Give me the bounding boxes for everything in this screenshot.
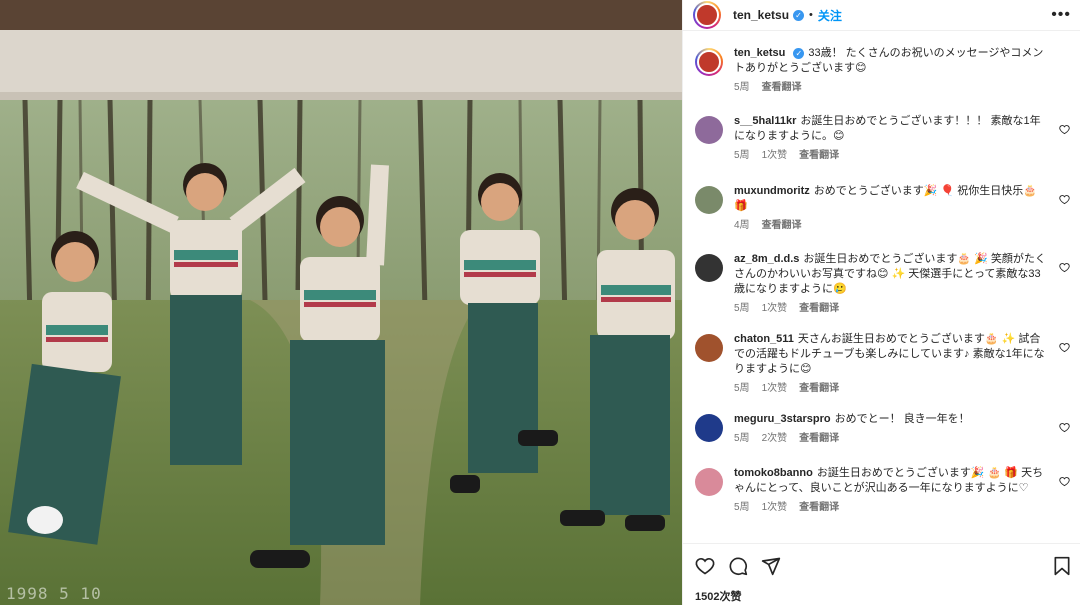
comment-likes[interactable]: 1次赞 [762,303,788,314]
comment-item: chaton_511 天さんお誕生日おめでとうございます🎂 ✨ 試合での活躍もドル… [683,332,1080,395]
comment-time[interactable]: 5周 [734,303,750,314]
comments-panel: ten_ketsu ✓ • 关注 ••• ten_ketsu ✓ 33歳！ たくさん… [682,0,1080,605]
comment-time[interactable]: 5周 [734,383,750,394]
photo-date-stamp: 1998 5 10 [6,584,102,603]
more-options-icon[interactable]: ••• [1051,6,1071,24]
post-actions: 1502次赞 [683,543,1080,606]
share-icon[interactable] [761,556,781,576]
comment-time[interactable]: 4周 [734,220,750,231]
commenter-avatar[interactable] [695,468,723,496]
commenter-avatar[interactable] [695,48,723,76]
comment-item: az_8m_d.d.s お誕生日おめでとうございます🎂 🎉 笑顔がたくさんのかわい… [683,252,1080,315]
commenter-avatar[interactable] [695,334,723,362]
see-translation-link[interactable]: 查看翻译 [762,82,802,93]
comment-like-heart-icon[interactable] [1059,194,1070,205]
comment-likes[interactable]: 1次赞 [762,383,788,394]
commenter-username[interactable]: muxundmoritz [734,185,810,197]
post-photo: 1998 5 10 [0,0,682,605]
comment-item: ten_ketsu ✓ 33歳！ たくさんのお祝いのメッセージやコメントありがとうご… [683,46,1080,94]
bookmark-icon[interactable] [1053,556,1071,576]
comment-meta: 5周 查看翻译 [734,82,1051,94]
commenter-username[interactable]: s__5hal11kr [734,115,796,127]
comment-icon[interactable] [728,556,748,576]
comment-meta: 5周 1次赞 查看翻译 [734,150,1051,162]
comment-like-heart-icon[interactable] [1059,476,1070,487]
comment-time[interactable]: 5周 [734,150,750,161]
comment-item: meguru_3starspro おめでとー！ 良き一年を！ 5周 2次赞 查看翻译 [683,412,1080,445]
post-header: ten_ketsu ✓ • 关注 ••• [683,0,1080,31]
see-translation-link[interactable]: 查看翻译 [799,303,839,314]
heart-icon[interactable] [695,556,715,576]
verified-badge-icon: ✓ [793,9,805,21]
comment-meta: 5周 2次赞 查看翻译 [734,433,1051,445]
comment-item: muxundmoritz おめでとうございます🎉 🎈 祝你生日快乐🎂 🎁 4周 查看翻… [683,184,1080,232]
commenter-avatar[interactable] [695,254,723,282]
see-translation-link[interactable]: 查看翻译 [799,383,839,394]
see-translation-link[interactable]: 查看翻译 [762,220,802,231]
comment-likes[interactable]: 1次赞 [762,502,788,513]
comment-meta: 5周 1次赞 查看翻译 [734,383,1051,395]
commenter-username[interactable]: tomoko8banno [734,467,813,479]
comment-like-heart-icon[interactable] [1059,422,1070,433]
comment-likes[interactable]: 1次赞 [762,150,788,161]
commenter-username[interactable]: meguru_3starspro [734,413,831,425]
commenter-avatar[interactable] [695,186,723,214]
comment-like-heart-icon[interactable] [1059,342,1070,353]
likes-count[interactable]: 1502次赞 [695,588,741,604]
commenter-username[interactable]: az_8m_d.d.s [734,253,799,265]
comment-meta: 4周 查看翻译 [734,220,1051,232]
follow-button[interactable]: 关注 [818,7,842,24]
author-avatar[interactable] [693,1,721,29]
commenter-username[interactable]: ten_ketsu [734,47,785,59]
comment-likes[interactable]: 2次赞 [762,433,788,444]
commenter-avatar[interactable] [695,414,723,442]
comment-time[interactable]: 5周 [734,82,750,93]
comment-like-heart-icon[interactable] [1059,124,1070,135]
comment-meta: 5周 1次赞 查看翻译 [734,502,1051,514]
see-translation-link[interactable]: 查看翻译 [799,502,839,513]
comment-like-heart-icon[interactable] [1059,262,1070,273]
see-translation-link[interactable]: 查看翻译 [799,433,839,444]
comment-time[interactable]: 5周 [734,433,750,444]
commenter-username[interactable]: chaton_511 [734,333,794,345]
author-username[interactable]: ten_ketsu [733,8,789,22]
commenter-avatar[interactable] [695,116,723,144]
comment-time[interactable]: 5周 [734,502,750,513]
comment-item: s__5hal11kr お誕生日おめでとうございます！！！ 素敵な1年になりますよ… [683,114,1080,162]
separator-dot: • [809,9,813,21]
verified-badge-icon: ✓ [793,47,805,59]
comment-text: おめでとー！ 良き一年を！ [834,413,970,425]
comment-item: tomoko8banno お誕生日おめでとうございます🎉 🎂 🎁 天ちゃんにとって… [683,466,1080,514]
see-translation-link[interactable]: 查看翻译 [799,150,839,161]
forest-photo-image [0,0,682,605]
comment-meta: 5周 1次赞 查看翻译 [734,303,1051,315]
